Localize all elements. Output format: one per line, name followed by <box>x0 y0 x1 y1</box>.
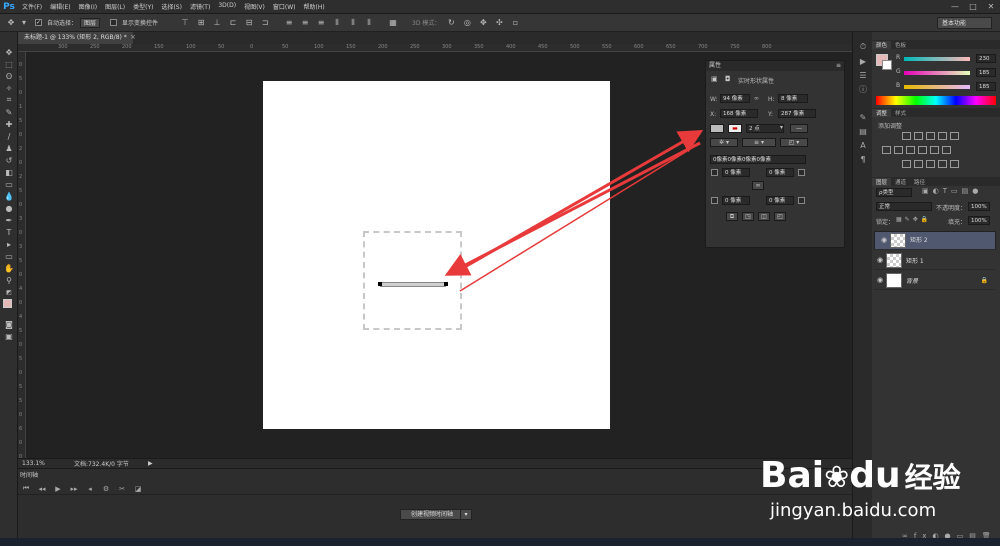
baidu-watermark: Bai❀du 经验 <box>760 455 961 496</box>
watermark-du: du <box>849 455 901 496</box>
arrow-to-shape <box>444 141 701 276</box>
paw-icon: ❀ <box>824 460 850 495</box>
arrow-thin <box>459 142 701 292</box>
watermark-brand: Bai <box>760 455 825 496</box>
os-taskbar <box>0 538 1000 546</box>
watermark-url: jingyan.baidu.com <box>770 500 937 521</box>
watermark-cn: 经验 <box>904 461 961 494</box>
